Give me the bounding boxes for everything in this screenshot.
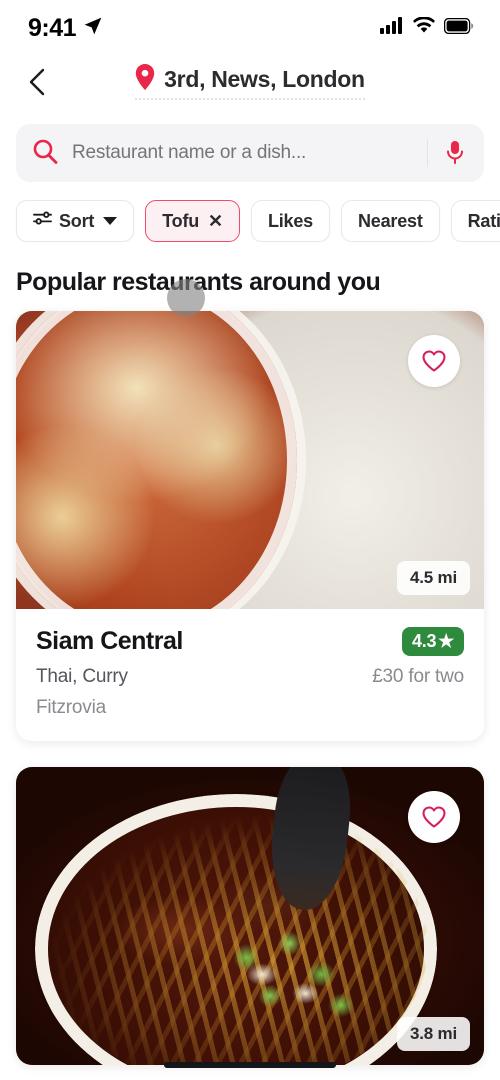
heart-outline-icon [422, 350, 446, 372]
restaurant-card[interactable]: 3.8 mi [16, 767, 484, 1065]
search-input[interactable] [72, 142, 413, 164]
close-icon[interactable]: ✕ [208, 211, 223, 232]
favorite-button[interactable] [408, 791, 460, 843]
restaurant-list: 4.5 mi Siam Central 4.3 ★ Thai, Curry £3… [0, 311, 500, 1065]
location-pin-icon [135, 64, 155, 95]
location-header-wrap: 3rd, News, London [0, 64, 500, 100]
distance-badge: 4.5 mi [397, 561, 470, 595]
search-divider [427, 139, 428, 167]
page-header: 3rd, News, London [0, 56, 500, 108]
back-button[interactable] [20, 65, 54, 99]
search-bar[interactable] [16, 124, 484, 182]
distance-badge: 3.8 mi [397, 1017, 470, 1051]
heart-outline-icon [422, 806, 446, 828]
status-bar: 9:41 [0, 0, 500, 56]
section-title: Popular restaurants around you [16, 268, 381, 296]
filter-chip-rating-label: Rating 4.0+ [467, 210, 500, 231]
microphone-icon[interactable] [442, 140, 468, 166]
bowl-rim [16, 311, 307, 609]
scallions [203, 921, 400, 1042]
favorite-button[interactable] [408, 335, 460, 387]
chevron-down-icon [103, 217, 118, 225]
filter-chip-tofu[interactable]: Tofu ✕ [145, 200, 240, 242]
filter-chip-likes-label: Likes [267, 210, 313, 231]
filter-chip-nearest[interactable]: Nearest [340, 200, 440, 242]
restaurant-price: £30 for two [372, 666, 464, 687]
location-arrow-icon [83, 16, 103, 41]
filter-chip-likes[interactable]: Likes [250, 200, 330, 242]
location-selector[interactable]: 3rd, News, London [135, 64, 365, 100]
restaurant-cuisine: Thai, Curry [36, 666, 128, 687]
restaurant-card[interactable]: 4.5 mi Siam Central 4.3 ★ Thai, Curry £3… [16, 311, 484, 741]
location-text: 3rd, News, London [164, 66, 365, 92]
search-icon [32, 138, 58, 169]
filter-chip-row[interactable]: Sort Tofu ✕ Likes Nearest Rating 4.0+ [0, 182, 500, 242]
restaurant-photo[interactable]: 4.5 mi [16, 311, 484, 609]
rating-badge: 4.3 ★ [402, 627, 464, 656]
wifi-icon [413, 16, 435, 39]
restaurant-name-row: Siam Central 4.3 ★ [36, 627, 464, 656]
status-time: 9:41 [28, 13, 77, 42]
chevron-left-icon [29, 68, 45, 96]
status-bar-right [380, 16, 474, 39]
filter-chip-tofu-label: Tofu [162, 210, 200, 231]
restaurant-info: Siam Central 4.3 ★ Thai, Curry £30 for t… [16, 609, 484, 741]
restaurant-area: Fitzrovia [36, 697, 106, 718]
status-bar-left: 9:41 [28, 14, 103, 43]
tune-sliders-icon [33, 209, 52, 233]
filter-chip-rating[interactable]: Rating 4.0+ [450, 200, 500, 242]
restaurant-photo[interactable]: 3.8 mi [16, 767, 484, 1065]
filter-chip-nearest-label: Nearest [357, 210, 423, 231]
filter-chip-sort-label: Sort [59, 210, 95, 231]
filter-chip-sort[interactable]: Sort [16, 200, 135, 242]
cellular-signal-icon [380, 17, 404, 39]
restaurant-name: Siam Central [36, 627, 183, 655]
home-indicator [164, 1062, 336, 1068]
star-icon: ★ [438, 631, 454, 651]
battery-full-icon [443, 17, 474, 39]
search-section [0, 108, 500, 182]
restaurant-meta-row: Thai, Curry £30 for two [36, 666, 464, 688]
rating-value: 4.3 [412, 631, 437, 651]
